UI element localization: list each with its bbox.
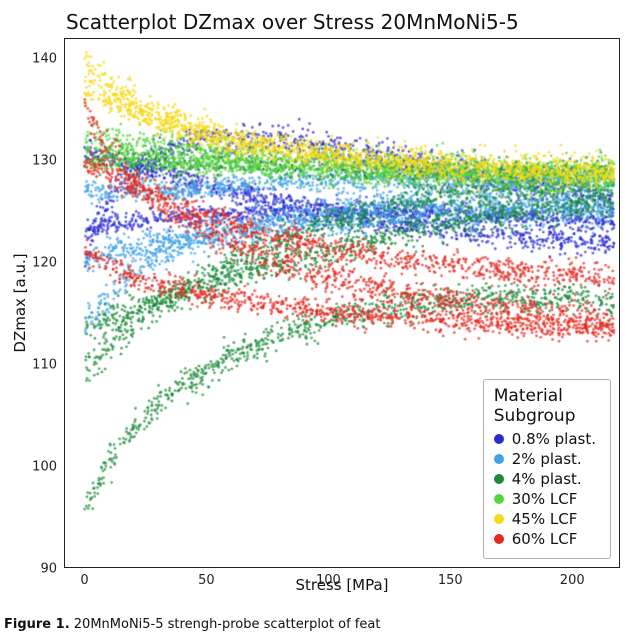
legend: MaterialSubgroup 0.8% plast. 2% plast. 4% … — [483, 379, 611, 559]
legend-label: 2% plast. — [512, 450, 582, 468]
y-tick-label: 110 — [23, 358, 57, 373]
legend-marker-icon — [494, 514, 504, 524]
x-axis-label: Stress [MPa] — [64, 576, 620, 594]
y-axis-label: DZmax [a.u.] — [11, 253, 29, 352]
figure-caption-text: 20MnMoNi5-5 strengh-probe scatterplot of… — [74, 617, 381, 632]
chart-title: Scatterplot DZmax over Stress 20MnMoNi5-… — [6, 6, 624, 34]
figure-caption: Figure 1. 20MnMoNi5-5 strengh-probe scat… — [4, 617, 380, 632]
legend-label: 0.8% plast. — [512, 430, 596, 448]
y-tick-label: 130 — [23, 154, 57, 169]
legend-marker-icon — [494, 494, 504, 504]
legend-label: 45% LCF — [512, 510, 578, 528]
legend-label: 60% LCF — [512, 530, 578, 548]
chart-wrap: Scatterplot DZmax over Stress 20MnMoNi5-… — [0, 0, 628, 632]
legend-title: MaterialSubgroup — [494, 386, 596, 426]
legend-label: 30% LCF — [512, 490, 578, 508]
legend-marker-icon — [494, 534, 504, 544]
plot-shell: 050100150200 90100110120130140 MaterialS… — [64, 38, 620, 568]
legend-marker-icon — [494, 454, 504, 464]
y-tick-label: 100 — [23, 460, 57, 475]
y-tick-label: 140 — [23, 52, 57, 67]
legend-label: 4% plast. — [512, 470, 582, 488]
legend-item: 60% LCF — [494, 530, 596, 548]
legend-item: 2% plast. — [494, 450, 596, 468]
figure-number: Figure 1. — [4, 617, 70, 632]
legend-item: 4% plast. — [494, 470, 596, 488]
legend-marker-icon — [494, 434, 504, 444]
legend-item: 0.8% plast. — [494, 430, 596, 448]
legend-item: 30% LCF — [494, 490, 596, 508]
legend-item: 45% LCF — [494, 510, 596, 528]
legend-marker-icon — [494, 474, 504, 484]
y-tick-label: 90 — [23, 562, 57, 577]
plot-area: 050100150200 90100110120130140 MaterialS… — [64, 38, 620, 568]
y-axis-label-wrap: DZmax [a.u.] — [12, 38, 28, 568]
